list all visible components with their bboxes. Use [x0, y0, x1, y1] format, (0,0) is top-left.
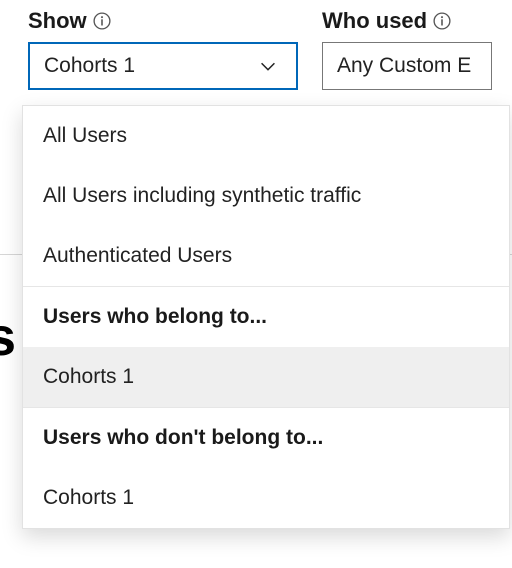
dropdown-item-not-belong-cohorts1[interactable]: Cohorts 1: [23, 468, 509, 528]
info-icon[interactable]: [93, 12, 111, 30]
background-char: s: [0, 306, 16, 368]
dropdown-item-authenticated-users[interactable]: Authenticated Users: [23, 226, 509, 286]
chevron-down-icon: [254, 52, 282, 80]
dropdown-belong-section: Users who belong to... Cohorts 1: [23, 286, 509, 407]
show-filter-group: Show Cohorts 1: [28, 8, 298, 90]
dropdown-item-all-users-synthetic[interactable]: All Users including synthetic traffic: [23, 166, 509, 226]
who-used-label: Who used: [322, 8, 427, 34]
dropdown-item-all-users[interactable]: All Users: [23, 106, 509, 166]
who-used-select[interactable]: Any Custom E: [322, 42, 492, 90]
dropdown-general-section: All Users All Users including synthetic …: [23, 106, 509, 286]
dropdown-item-belong-cohorts1[interactable]: Cohorts 1: [23, 347, 509, 407]
who-used-select-value: Any Custom E: [337, 54, 471, 78]
dropdown-not-belong-header: Users who don't belong to...: [23, 408, 509, 468]
show-label: Show: [28, 8, 87, 34]
dropdown-not-belong-section: Users who don't belong to... Cohorts 1: [23, 407, 509, 528]
show-select-value: Cohorts 1: [44, 54, 135, 78]
show-dropdown: All Users All Users including synthetic …: [22, 105, 510, 529]
who-used-filter-group: Who used Any Custom E: [322, 8, 492, 90]
info-icon[interactable]: [433, 12, 451, 30]
filter-row: Show Cohorts 1 Who used Any Custom E: [0, 0, 512, 90]
who-used-label-row: Who used: [322, 8, 492, 34]
show-select[interactable]: Cohorts 1: [28, 42, 298, 90]
dropdown-belong-header: Users who belong to...: [23, 287, 509, 347]
show-label-row: Show: [28, 8, 298, 34]
